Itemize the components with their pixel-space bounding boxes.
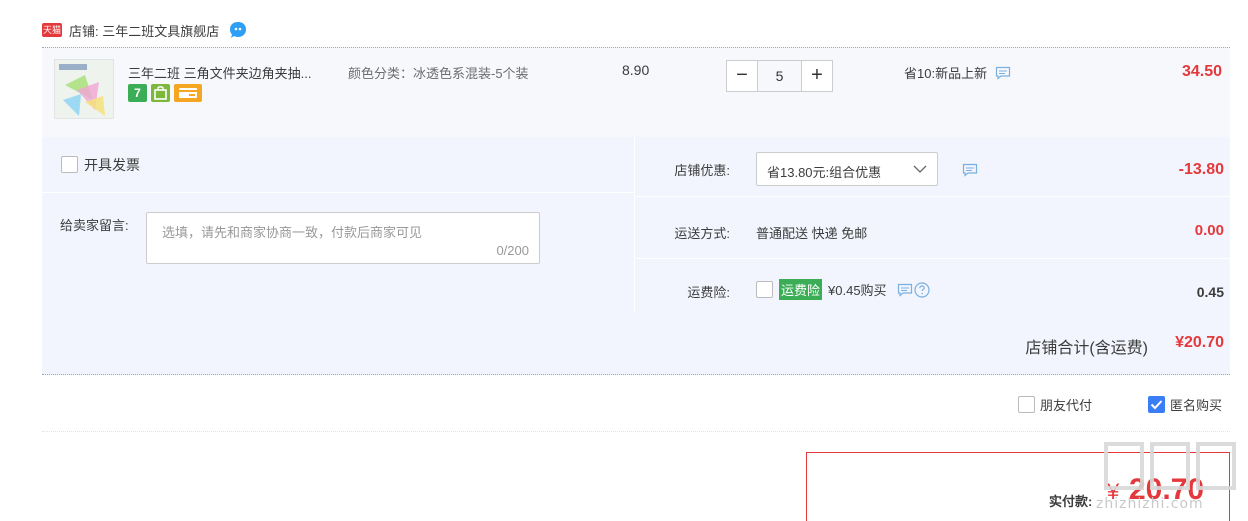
increase-quantity-button[interactable]: + bbox=[801, 60, 833, 92]
product-title-link[interactable]: 三年二班 三角文件夹边角夹抽... bbox=[128, 63, 311, 82]
shipping-insurance-tag: 运费险 bbox=[779, 279, 823, 300]
store-discount-row: 店铺优惠: 省13.80元:组合优惠 -13.80 bbox=[636, 137, 1230, 197]
friend-pay-label[interactable]: 朋友代付 bbox=[1040, 395, 1092, 414]
comment-icon[interactable] bbox=[962, 163, 978, 177]
payment-label: 实付款: bbox=[1049, 494, 1093, 509]
store-total-value: ¥20.70 bbox=[1175, 334, 1224, 351]
comment-icon[interactable] bbox=[897, 283, 913, 297]
item-promotion: 省10:新品上新 bbox=[904, 63, 1011, 82]
chevron-down-icon bbox=[913, 163, 927, 175]
credit-card-icon[interactable] bbox=[174, 84, 202, 102]
shipping-method-value: 普通配送 快递 免邮 bbox=[756, 226, 868, 241]
help-icon[interactable] bbox=[913, 281, 930, 298]
seller-memo-textarea[interactable]: 选填，请先和商家协商一致，付款后商家可见 0/200 bbox=[146, 212, 540, 264]
anonymous-purchase-option[interactable]: 匿名购买 bbox=[1148, 395, 1222, 414]
friend-pay-option[interactable]: 朋友代付 bbox=[1018, 395, 1092, 414]
shipping-insurance-checkbox[interactable] bbox=[756, 281, 773, 298]
purchase-extras: 朋友代付 匿名购买 bbox=[42, 392, 1230, 432]
shipping-method-row: 运送方式: 普通配送 快递 免邮 0.00 bbox=[636, 197, 1230, 259]
store-total-label: 店铺合计(含运费) bbox=[1025, 340, 1148, 357]
shopping-bag-icon[interactable] bbox=[151, 84, 170, 102]
promotion-text: 省10:新品上新 bbox=[904, 66, 988, 81]
wangwang-chat-icon[interactable] bbox=[228, 20, 248, 40]
order-options-right: 店铺优惠: 省13.80元:组合优惠 -13.80 运送方式: 普通配送 快递 … bbox=[636, 137, 1230, 312]
decrease-quantity-button[interactable]: − bbox=[726, 60, 758, 92]
tmall-icon: 天猫 bbox=[42, 23, 62, 37]
quantity-input[interactable]: 5 bbox=[758, 60, 801, 92]
anonymous-purchase-checkbox[interactable] bbox=[1148, 396, 1165, 413]
seller-memo-label: 给卖家留言: bbox=[60, 218, 129, 233]
product-thumbnail[interactable] bbox=[54, 59, 114, 119]
anonymous-purchase-label[interactable]: 匿名购买 bbox=[1170, 395, 1222, 414]
invoice-checkbox[interactable] bbox=[61, 156, 78, 173]
seven-day-return-icon[interactable]: 7 bbox=[128, 84, 147, 102]
seller-memo-placeholder: 选填，请先和商家协商一致，付款后商家可见 bbox=[162, 225, 423, 240]
comment-icon[interactable] bbox=[995, 66, 1011, 80]
site-watermark-text: zhizhizhi.com bbox=[1096, 496, 1204, 512]
order-options-left: 开具发票 给卖家留言: 选填，请先和商家协商一致，付款后商家可见 0/200 bbox=[42, 137, 635, 312]
invoice-label[interactable]: 开具发票 bbox=[84, 155, 140, 175]
order-options-panel: 开具发票 给卖家留言: 选填，请先和商家协商一致，付款后商家可见 0/200 店… bbox=[42, 137, 1230, 312]
unit-price: 8.90 bbox=[622, 62, 650, 78]
store-discount-amount: -13.80 bbox=[1178, 161, 1224, 178]
shop-header: 天猫 店铺: 三年二班文具旗舰店 bbox=[42, 18, 248, 42]
store-discount-select[interactable]: 省13.80元:组合优惠 bbox=[756, 152, 938, 186]
quantity-stepper: − 5 + bbox=[726, 60, 833, 92]
shipping-insurance-option: 运费险 ¥0.45购买 bbox=[756, 279, 930, 300]
invoice-option: 开具发票 bbox=[42, 137, 635, 193]
store-discount-label: 店铺优惠: bbox=[674, 163, 730, 178]
seller-memo-counter: 0/200 bbox=[496, 243, 529, 258]
product-sku: 颜色分类：冰透色系混装-5个装 bbox=[348, 66, 529, 81]
store-discount-selected: 省13.80元:组合优惠 bbox=[767, 165, 882, 180]
shipping-fee: 0.00 bbox=[1194, 222, 1224, 239]
order-item-row: 三年二班 三角文件夹边角夹抽... 颜色分类：冰透色系混装-5个装 7 8.90… bbox=[42, 47, 1230, 137]
store-total-row: 店铺合计(含运费) ¥20.70 bbox=[42, 312, 1230, 375]
service-badges: 7 bbox=[128, 84, 202, 102]
shipping-method-label: 运送方式: bbox=[674, 226, 730, 241]
shipping-insurance-row: 运费险: 运费险 ¥0.45购买 0.45 bbox=[636, 259, 1230, 312]
shop-name[interactable]: 店铺: 三年二班文具旗舰店 bbox=[69, 21, 219, 40]
friend-pay-checkbox[interactable] bbox=[1018, 396, 1035, 413]
shipping-insurance-amount: 0.45 bbox=[1196, 284, 1224, 300]
shipping-insurance-label: 运费险: bbox=[687, 285, 730, 300]
shipping-insurance-price: ¥0.45购买 bbox=[828, 283, 887, 298]
item-subtotal: 34.50 bbox=[1181, 63, 1222, 80]
